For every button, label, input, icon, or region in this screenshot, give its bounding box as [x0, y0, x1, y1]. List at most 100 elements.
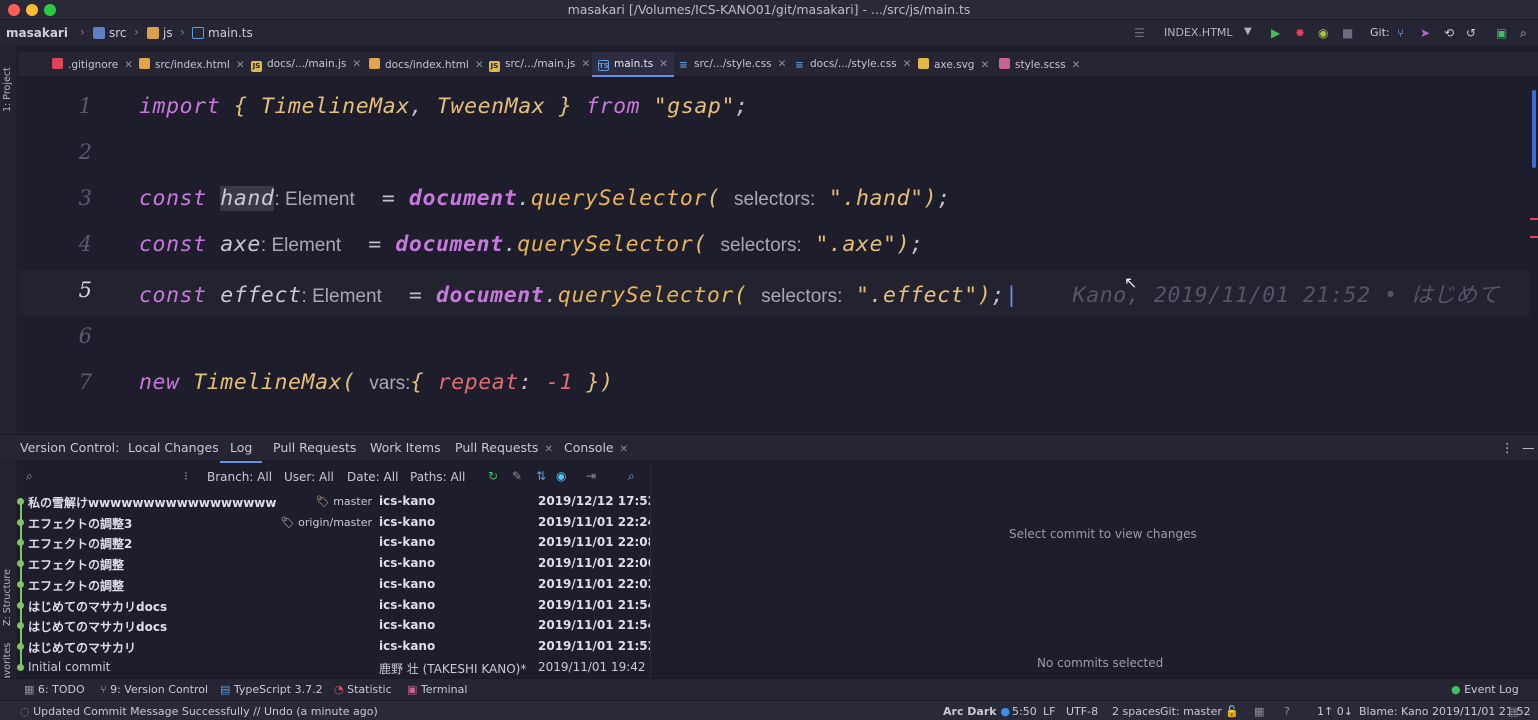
- git-branch[interactable]: Git: master: [1160, 705, 1222, 718]
- branch-filter[interactable]: Branch: All: [207, 470, 272, 484]
- variable-name: hand: [220, 186, 275, 211]
- tab-docs-style-css[interactable]: ≡ docs/.../style.css ✕: [794, 52, 911, 77]
- theme-icon: ●: [1000, 705, 1011, 718]
- close-icon[interactable]: ✕: [236, 59, 245, 71]
- tab-local-changes[interactable]: Local Changes: [128, 440, 219, 455]
- more-options-icon[interactable]: ⋮: [1501, 440, 1514, 455]
- rollback-icon[interactable]: ↺: [1466, 26, 1476, 40]
- close-icon[interactable]: ✕: [581, 58, 590, 70]
- git-update-icon[interactable]: ⑂: [1397, 26, 1404, 40]
- commit-row[interactable]: Initial commit 鹿野 壮 (TAKESHI KANO)* 2019/1…: [17, 658, 648, 679]
- commit-row[interactable]: エフェクトの調整 ics-kano 2019/11/01 22:02: [17, 575, 656, 596]
- chevron-down-icon[interactable]: ▼: [1244, 26, 1252, 37]
- branch-name: master: [333, 495, 372, 508]
- close-icon[interactable]: ✕: [778, 58, 787, 70]
- tab-console[interactable]: Console ✕: [564, 440, 628, 455]
- structure-tool-button[interactable]: Z: Structure: [2, 569, 13, 626]
- run-config-select[interactable]: INDEX.HTML: [1164, 26, 1233, 39]
- search-commit-icon[interactable]: ⌕: [628, 469, 635, 484]
- file-encoding[interactable]: UTF-8: [1066, 705, 1098, 718]
- string-literal: ".effect": [855, 283, 978, 308]
- git-push-icon[interactable]: ➤: [1420, 26, 1430, 40]
- breadcrumb-js[interactable]: js: [147, 26, 173, 40]
- refresh-icon[interactable]: ↻: [488, 469, 498, 483]
- tab-main-ts[interactable]: TS main.ts ✕: [592, 52, 674, 77]
- blame-info[interactable]: Blame: Kano 2019/11/01 21:52: [1359, 705, 1531, 718]
- code-line-3: const hand: Element = document.querySele…: [139, 186, 951, 211]
- close-icon[interactable]: ✕: [659, 58, 668, 70]
- memory-icon[interactable]: ▤: [1508, 705, 1518, 718]
- tab-docs-main-js[interactable]: JS docs/.../main.js ✕: [251, 52, 361, 77]
- minimize-panel-icon[interactable]: —: [1522, 440, 1535, 455]
- commit-row[interactable]: はじめてのマサカリdocs ics-kano 2019/11/01 21:54: [17, 616, 656, 637]
- history-icon[interactable]: ⟲: [1444, 26, 1454, 40]
- todo-tool-button[interactable]: ▦ 6: TODO: [24, 683, 85, 696]
- tab-src-index-html[interactable]: src/index.html ✕: [139, 52, 245, 77]
- terminal-tool-button[interactable]: ▣ Terminal: [407, 683, 467, 696]
- breadcrumb-project[interactable]: masakari: [6, 26, 68, 40]
- tab-src-main-js[interactable]: JS src/.../main.js ✕: [489, 52, 590, 77]
- tab-gitignore[interactable]: .gitignore ✕: [52, 52, 133, 77]
- search-everywhere-icon[interactable]: ⌕: [1520, 26, 1527, 41]
- theme-indicator[interactable]: Arc Dark ●: [943, 705, 1010, 718]
- close-icon[interactable]: ✕: [620, 444, 628, 455]
- code-line-5: const effect: Element = document.querySe…: [139, 278, 1500, 309]
- commit-row[interactable]: エフェクトの調整2 ics-kano 2019/11/01 22:08: [17, 533, 656, 554]
- run-icon[interactable]: ▶: [1271, 26, 1280, 40]
- layout-icon[interactable]: ▦: [1254, 705, 1264, 718]
- paths-filter[interactable]: Paths: All: [410, 470, 465, 484]
- caret-position[interactable]: 5:50: [1012, 705, 1037, 718]
- tab-log[interactable]: Log: [220, 440, 263, 463]
- tab-src-style-css[interactable]: ≡ src/.../style.css ✕: [678, 52, 786, 77]
- breadcrumb-file[interactable]: main.ts: [192, 26, 253, 40]
- tab-docs-index-html[interactable]: docs/index.html ✕: [369, 52, 484, 77]
- function-name: querySelector: [557, 283, 734, 308]
- help-icon[interactable]: ?: [1284, 705, 1290, 718]
- debug-icon[interactable]: ✹: [1295, 26, 1305, 40]
- tab-pull-requests-2[interactable]: Pull Requests ✕: [455, 440, 553, 455]
- terminal-icon[interactable]: ▣: [1496, 26, 1507, 40]
- project-tool-button[interactable]: 1: Project: [2, 67, 13, 112]
- intellisort-icon[interactable]: ⇅: [536, 469, 546, 483]
- more-icon[interactable]: ⁝: [184, 469, 188, 483]
- cherry-pick-icon[interactable]: ✎: [512, 469, 522, 483]
- goto-icon[interactable]: ⇥: [586, 469, 596, 483]
- stop-icon[interactable]: ■: [1342, 26, 1353, 40]
- commit-row[interactable]: エフェクトの調整 ics-kano 2019/11/01 22:06: [17, 554, 656, 575]
- date-filter[interactable]: Date: All: [347, 470, 398, 484]
- close-icon[interactable]: ✕: [903, 58, 912, 70]
- close-icon[interactable]: ✕: [475, 59, 484, 71]
- close-icon[interactable]: ✕: [124, 59, 133, 71]
- close-icon[interactable]: ✕: [1072, 59, 1081, 71]
- line-separator[interactable]: LF: [1043, 705, 1055, 718]
- commit-row[interactable]: 私の雪解けwwwwwwwwwwwwwwwww 🏷 master ics-kano 20…: [17, 492, 656, 513]
- commit-row[interactable]: はじめてのマサカリdocs ics-kano 2019/11/01 21:54: [17, 596, 656, 617]
- tab-style-scss[interactable]: style.scss ✕: [999, 52, 1081, 77]
- close-icon[interactable]: ✕: [544, 444, 552, 455]
- js-file-icon: JS: [251, 61, 262, 72]
- statistic-tool-button[interactable]: ◔ Statistic: [334, 683, 392, 696]
- user-filter[interactable]: User: All: [284, 470, 334, 484]
- breadcrumb-file-label: main.ts: [208, 26, 253, 40]
- commit-row[interactable]: エフェクトの調整3 🏷 origin/master ics-kano 2019/11/…: [17, 513, 656, 534]
- close-icon[interactable]: ✕: [980, 59, 989, 71]
- editor-scrollbar[interactable]: [1530, 78, 1538, 408]
- commit-row[interactable]: はじめてのマサカリ ics-kano 2019/11/01 21:52: [17, 637, 656, 658]
- line-number: 1: [78, 94, 92, 118]
- tab-axe-svg[interactable]: axe.svg ✕: [918, 52, 989, 77]
- tab-work-items[interactable]: Work Items: [370, 440, 441, 455]
- tab-pull-requests[interactable]: Pull Requests: [273, 440, 356, 455]
- git-changes[interactable]: 1↑ 0↓: [1317, 705, 1353, 718]
- typescript-tool-button[interactable]: ▤ TypeScript 3.7.2: [220, 683, 323, 696]
- code-editor[interactable]: import { TimelineMax, TweenMax } from "g…: [130, 78, 1530, 408]
- version-control-tool-button[interactable]: ⑂ 9: Version Control: [100, 683, 208, 696]
- eye-icon[interactable]: ◉: [556, 469, 566, 483]
- indent-setting[interactable]: 2 spaces: [1112, 705, 1161, 718]
- event-log-button[interactable]: ● Event Log: [1451, 683, 1519, 696]
- breadcrumb-src[interactable]: src: [93, 26, 127, 40]
- coverage-icon[interactable]: ◉: [1318, 26, 1328, 40]
- close-icon[interactable]: ✕: [352, 58, 361, 70]
- lock-icon[interactable]: 🔓: [1225, 705, 1239, 718]
- search-icon[interactable]: ⌕: [26, 469, 33, 484]
- status-message[interactable]: ◌ Updated Commit Message Successfully //…: [20, 705, 378, 718]
